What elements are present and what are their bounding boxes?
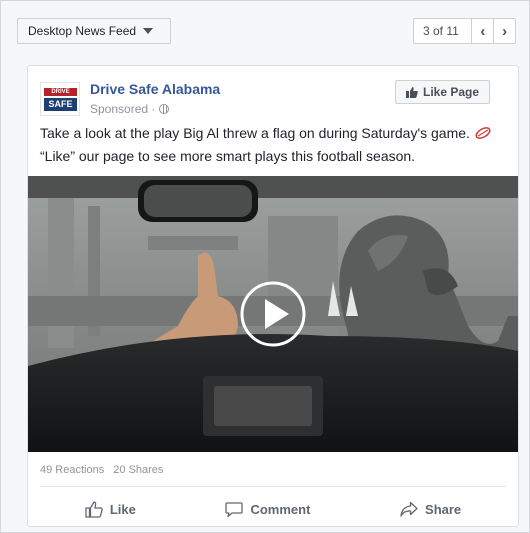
thumbs-up-icon	[85, 500, 103, 518]
post-actions: Like Comment Share	[40, 494, 506, 524]
placement-dropdown[interactable]: Desktop News Feed	[17, 18, 171, 44]
football-icon	[475, 127, 491, 139]
page-name-link[interactable]: Drive Safe Alabama	[90, 81, 220, 97]
engagement-stats: 49 Reactions 20 Shares	[40, 464, 169, 476]
previous-button[interactable]: ‹	[471, 19, 493, 43]
video-frame	[28, 176, 518, 452]
sponsored-post: DRIVE SAFE Drive Safe Alabama Sponsored …	[27, 65, 519, 527]
page-avatar[interactable]: DRIVE SAFE	[40, 82, 80, 116]
comment-icon	[225, 501, 244, 517]
sponsored-label: Sponsored ·	[90, 102, 170, 116]
placement-dropdown-label: Desktop News Feed	[28, 24, 137, 38]
like-page-button[interactable]: Like Page	[395, 80, 490, 104]
post-message-line1: Take a look at the play Big Al threw a f…	[40, 125, 470, 141]
feed-preview-panel: Desktop News Feed 3 of 11 ‹ › DRIVE SAFE…	[0, 0, 530, 533]
post-video[interactable]	[28, 176, 518, 452]
ad-pager: 3 of 11 ‹ ›	[413, 18, 516, 44]
globe-icon	[159, 104, 170, 114]
like-button[interactable]: Like	[75, 497, 146, 522]
share-button[interactable]: Share	[390, 497, 471, 522]
pager-count: 3 of 11	[423, 24, 459, 38]
share-icon	[400, 501, 418, 517]
chevron-right-icon: ›	[502, 22, 508, 40]
reactions-count[interactable]: 49 Reactions	[40, 464, 104, 476]
divider	[40, 486, 506, 487]
chevron-down-icon	[143, 28, 154, 34]
comment-button[interactable]: Comment	[215, 497, 320, 522]
next-button[interactable]: ›	[493, 19, 515, 43]
thumbs-up-icon	[405, 86, 418, 98]
post-message: Take a look at the play Big Al threw a f…	[40, 122, 510, 168]
chevron-left-icon: ‹	[480, 22, 486, 40]
shares-count[interactable]: 20 Shares	[113, 464, 163, 476]
post-message-line2: “Like” our page to see more smart plays …	[40, 148, 416, 164]
preview-toolbar: Desktop News Feed 3 of 11 ‹ ›	[1, 1, 529, 59]
